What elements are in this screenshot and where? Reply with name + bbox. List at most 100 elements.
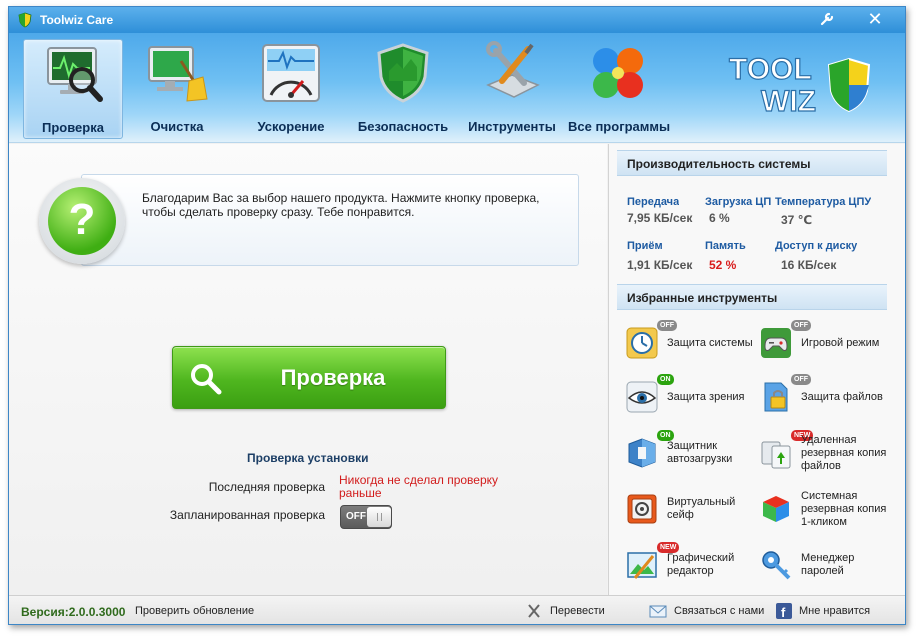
file-lock-icon [764, 382, 788, 412]
scheduled-scan-label: Запланированная проверка [169, 508, 325, 522]
toggle-knob [367, 507, 391, 527]
memory-value: 52 % [709, 258, 737, 272]
cpu-load-value: 6 % [709, 211, 730, 225]
close-icon: ✕ [867, 9, 883, 29]
tool-system-backup[interactable]: Системная резервная копия 1-кликом [759, 484, 893, 534]
scan-panel: Благодарим Вас за выбор нашего продукта.… [9, 144, 607, 595]
nav-all-programs[interactable]: Все программы [568, 39, 671, 139]
nav-speedup[interactable]: Ускорение [241, 39, 341, 139]
toggle-state-text: OFF [346, 511, 366, 522]
apps-grid-icon [593, 48, 643, 98]
nav-security[interactable]: Безопасность [353, 39, 453, 139]
tools-icon [486, 41, 540, 98]
tool-system-protection[interactable]: OFF Защита системы [625, 318, 759, 368]
close-button[interactable]: ✕ [857, 8, 893, 30]
check-update-link[interactable]: Проверить обновление [135, 605, 254, 617]
title-bar: Toolwiz Care ✕ [9, 7, 905, 33]
contact-us-link[interactable]: Связаться с нами [674, 605, 764, 617]
tool-label: Удаленная резервная копия файлов [801, 433, 887, 472]
favorites-header: Избранные инструменты [617, 284, 887, 310]
disk-access-label: Доступ к диску [775, 240, 858, 252]
nav-cleanup[interactable]: Очистка [127, 39, 227, 139]
tool-label: Защита зрения [667, 390, 745, 403]
last-scan-value: Никогда не сделал проверку раньше [339, 473, 499, 500]
tool-startup-guard[interactable]: ON Защитник автозагрузки [625, 428, 759, 478]
download-value: 1,91 КБ/сек [627, 258, 693, 272]
main-toolbar: Проверка Очистка Ускорение Безопасность … [9, 33, 905, 143]
tool-game-mode[interactable]: OFF Игровой режим [759, 318, 893, 368]
window-title: Toolwiz Care [40, 13, 114, 27]
nav-label-security: Безопасность [357, 119, 449, 134]
cpu-temp-value: 37 ℃ [781, 213, 813, 227]
svg-text:WIZ: WIZ [761, 85, 816, 117]
right-panel: Производительность системы Передача 7,95… [608, 144, 905, 595]
svg-text:TOOL: TOOL [729, 53, 812, 86]
scan-button-label: Проверка [280, 365, 386, 390]
nav-label-speedup: Ускорение [257, 119, 325, 134]
tool-remote-backup[interactable]: NEW Удаленная резервная копия файлов [759, 428, 893, 478]
cpu-load-label: Загрузка ЦП [705, 196, 772, 208]
tool-virtual-safe[interactable]: Виртуальный сейф [625, 484, 759, 534]
toolwiz-brand-logo: TOOL WIZ [728, 52, 871, 117]
translate-tools-icon [528, 604, 540, 618]
speedometer-icon [262, 44, 320, 102]
safe-icon [627, 494, 657, 524]
version-label: Версия:2.0.0.3000 [21, 605, 126, 619]
translate-link[interactable]: Перевести [550, 605, 605, 617]
nav-label-cleanup: Очистка [150, 119, 204, 134]
gamepad-icon [761, 328, 791, 358]
wrench-icon [820, 12, 834, 26]
system-backup-icon [763, 496, 789, 522]
settings-wrench-button[interactable] [809, 8, 845, 30]
svg-text:f: f [781, 605, 786, 620]
nav-label-all-programs: Все программы [568, 119, 671, 134]
system-protect-icon [626, 327, 658, 359]
tool-label: Системная резервная копия 1-кликом [801, 489, 887, 528]
nav-label-scan: Проверка [42, 120, 104, 135]
scheduled-scan-toggle[interactable]: OFF [340, 505, 392, 529]
like-link[interactable]: Мне нравится [799, 605, 870, 617]
eye-icon [626, 381, 658, 413]
tool-label: Защита файлов [801, 390, 883, 403]
last-scan-label: Последняя проверка [208, 480, 325, 494]
welcome-message-box: Благодарим Вас за выбор нашего продукта.… [81, 174, 579, 266]
welcome-message: Благодарим Вас за выбор нашего продукта.… [142, 191, 540, 219]
shield-icon [377, 43, 429, 103]
tool-label: Игровой режим [801, 336, 880, 349]
facebook-icon: f [776, 603, 792, 620]
tool-password-manager[interactable]: Менеджер паролей [759, 540, 893, 590]
startup-guard-icon [628, 438, 656, 468]
memory-label: Память [705, 240, 746, 252]
nav-label-tools: Инструменты [468, 119, 556, 134]
tool-label: Защита системы [667, 336, 753, 349]
key-icon [762, 551, 791, 580]
monitor-broom-icon [148, 46, 208, 102]
app-window: Toolwiz Care ✕ Проверка Очистка Ускорени… [8, 6, 906, 625]
scan-button[interactable]: Проверка [172, 346, 446, 409]
magnifier-icon [191, 364, 222, 395]
cpu-temp-label: Температура ЦПУ [775, 196, 872, 208]
tool-label: Графический редактор [667, 552, 735, 577]
tool-label: Виртуальный сейф [667, 496, 736, 521]
image-editor-icon [627, 552, 657, 579]
upload-label: Передача [627, 196, 680, 208]
mail-icon [649, 605, 667, 618]
disk-access-value: 16 КБ/сек [781, 258, 837, 272]
question-mark-icon: ? [48, 187, 116, 255]
tool-file-protection[interactable]: OFF Защита файлов [759, 372, 893, 422]
question-badge: ? [39, 178, 125, 264]
monitor-magnifier-icon [47, 47, 103, 102]
performance-header: Производительность системы [617, 150, 887, 176]
upload-value: 7,95 КБ/сек [627, 211, 693, 225]
tool-label: Защитник автозагрузки [667, 440, 733, 465]
tool-image-editor[interactable]: NEW Графический редактор [625, 540, 759, 590]
tool-eye-protection[interactable]: ON Защита зрения [625, 372, 759, 422]
nav-scan[interactable]: Проверка [23, 39, 123, 139]
status-bar: Версия:2.0.0.3000 Проверить обновление П… [9, 595, 905, 624]
nav-tools[interactable]: Инструменты [462, 39, 562, 139]
download-label: Приём [627, 240, 663, 252]
app-logo-icon [18, 12, 32, 28]
scan-settings-title: Проверка установки [247, 451, 369, 465]
tool-label: Менеджер паролей [801, 552, 855, 577]
remote-backup-icon [761, 441, 791, 469]
